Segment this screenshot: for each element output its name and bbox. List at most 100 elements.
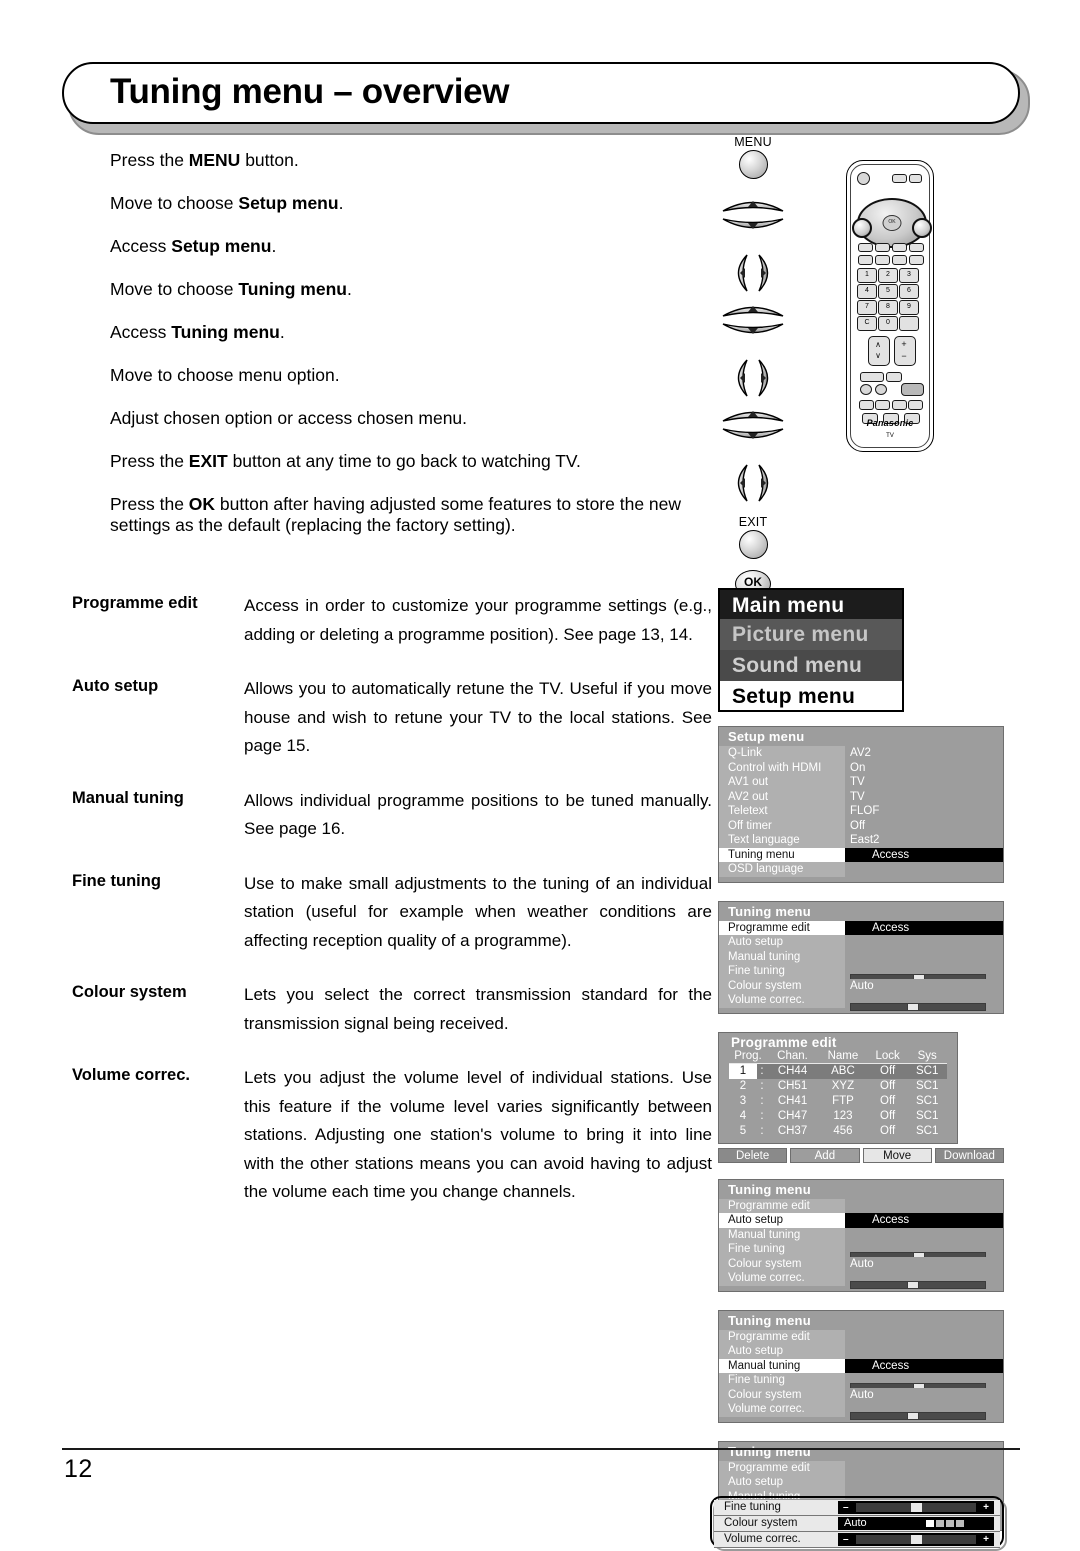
osd-slider-knob[interactable] xyxy=(906,1281,919,1290)
instruction-step: Press the OK button after having adjuste… xyxy=(110,494,682,535)
column-header: Lock xyxy=(867,1049,908,1064)
table-cell: 4 xyxy=(739,1109,747,1122)
osd-row[interactable]: Tuning menu Access xyxy=(719,847,1003,862)
keypad-key-2: 2 xyxy=(878,268,898,283)
callout-slider[interactable] xyxy=(856,1534,976,1544)
feature-description: Allows individual programme positions to… xyxy=(244,790,712,839)
programme-edit-button-move[interactable]: Move xyxy=(862,1147,932,1163)
exit-button-icon[interactable] xyxy=(738,530,768,559)
callout-row-value: Auto xyxy=(838,1516,994,1530)
osd-row[interactable]: Programme edit xyxy=(719,1329,1003,1344)
osd-row[interactable]: Text language East2 xyxy=(719,833,1003,848)
osd-slider-knob[interactable] xyxy=(906,1003,919,1012)
left-right-arrows-3[interactable] xyxy=(713,461,793,505)
osd-slider[interactable] xyxy=(850,1281,986,1290)
osd-row[interactable]: Colour system Auto xyxy=(719,1387,1003,1402)
osd-row-value: Access xyxy=(845,1358,1003,1373)
osd-slider[interactable] xyxy=(850,1412,986,1421)
osd-row[interactable]: Auto setup xyxy=(719,1344,1003,1359)
table-cell: Off xyxy=(880,1124,896,1137)
table-header-row: Prog. Chan. Name Lock Sys xyxy=(729,1049,947,1064)
callout-row[interactable]: Volume correc. – + xyxy=(714,1531,1000,1548)
osd-slider[interactable] xyxy=(850,1003,986,1012)
table-row[interactable]: 5: CH37 456 Off SC1 xyxy=(729,1124,947,1139)
osd-slider-knob[interactable] xyxy=(906,1412,919,1421)
osd-row[interactable]: Control with HDMI On xyxy=(719,760,1003,775)
feature-description: Access in order to customize your progra… xyxy=(244,596,712,644)
osd-row[interactable]: Auto setup xyxy=(719,1475,1003,1490)
osd-row[interactable]: Colour system Auto xyxy=(719,1256,1003,1271)
up-down-arrows-3[interactable] xyxy=(713,405,793,456)
menu-button-icon[interactable] xyxy=(738,150,768,179)
osd-row[interactable]: Fine tuning xyxy=(719,1242,1003,1261)
index-button xyxy=(860,372,884,382)
osd-row[interactable]: Volume correc. xyxy=(719,1402,1003,1421)
main-menu-bar-main[interactable]: Main menu xyxy=(718,588,904,619)
osd-row-label: Fine tuning xyxy=(719,964,845,979)
callout-rows: Fine tuning – + Colour system Auto Volume cor… xyxy=(714,1499,1000,1548)
table-cell: CH41 xyxy=(777,1094,808,1107)
column-header: Prog. xyxy=(729,1049,767,1064)
programme-edit-button-download[interactable]: Download xyxy=(934,1147,1004,1163)
osd-row[interactable]: AV2 out TV xyxy=(719,789,1003,804)
up-down-arrows-2[interactable] xyxy=(713,300,793,351)
osd-row-label: Text language xyxy=(719,833,845,848)
main-menu-bar-sound[interactable]: Sound menu xyxy=(718,650,904,681)
table-row[interactable]: 2: CH51 XYZ Off SC1 xyxy=(729,1079,947,1094)
callout-row-value: – + xyxy=(838,1532,994,1546)
keypad-key-8: 8 xyxy=(878,300,898,315)
table-row[interactable]: 3: CH41 FTP Off SC1 xyxy=(729,1094,947,1109)
table-cell: Off xyxy=(867,1063,908,1079)
table-cell: 1 xyxy=(729,1063,757,1079)
menu-button-label: MENU xyxy=(734,135,772,149)
table-cell: SC1 xyxy=(915,1109,939,1122)
osd-row[interactable]: Auto setup Access xyxy=(719,1213,1003,1228)
programme-edit-button-add[interactable]: Add xyxy=(790,1147,860,1163)
right-color-button xyxy=(912,218,932,238)
prog-down-button xyxy=(859,400,874,410)
osd-row-value: TV xyxy=(845,775,1003,790)
callout-slider-knob[interactable] xyxy=(911,1534,923,1544)
main-menu-bar-setup[interactable]: Setup menu xyxy=(718,681,904,712)
osd-row[interactable]: Volume correc. xyxy=(719,993,1003,1012)
callout-plus-icon[interactable]: + xyxy=(983,1502,989,1512)
up-down-arrows-1[interactable] xyxy=(713,195,793,246)
osd-row[interactable]: Fine tuning xyxy=(719,1373,1003,1392)
osd-row[interactable]: OSD language xyxy=(719,862,1003,877)
left-right-arrows-2[interactable] xyxy=(713,356,793,400)
left-right-arrows-1[interactable] xyxy=(713,251,793,295)
feature-term: Auto setup xyxy=(72,677,159,695)
osd-row[interactable]: Manual tuning Access xyxy=(719,1358,1003,1373)
osd-row-value: Access xyxy=(845,1213,1003,1228)
osd-row[interactable]: Volume correc. xyxy=(719,1271,1003,1290)
callout-row[interactable]: Colour system Auto xyxy=(714,1515,1000,1532)
programme-edit-button-delete[interactable]: Delete xyxy=(718,1147,788,1163)
callout-slider[interactable] xyxy=(856,1502,976,1512)
table-row[interactable]: 4: CH47 123 Off SC1 xyxy=(729,1109,947,1124)
callout-plus-icon[interactable]: + xyxy=(983,1534,989,1544)
osd-row[interactable]: Manual tuning xyxy=(719,1227,1003,1242)
instruction-step: Access Tuning menu. xyxy=(110,322,285,342)
main-menu-bar-picture[interactable]: Picture menu xyxy=(718,619,904,650)
osd-row[interactable]: Teletext FLOF xyxy=(719,804,1003,819)
osd-row-label: Volume correc. xyxy=(719,1271,845,1286)
table-row[interactable]: 1: CH44 ABC Off SC1 xyxy=(729,1063,947,1079)
callout-minus-icon[interactable]: – xyxy=(843,1534,849,1544)
osd-row[interactable]: Programme edit Access xyxy=(719,920,1003,935)
callout-row[interactable]: Fine tuning – + xyxy=(714,1499,1000,1516)
programme-edit-title: Programme edit xyxy=(731,1034,837,1050)
osd-row[interactable]: Manual tuning xyxy=(719,949,1003,964)
soft-key-3 xyxy=(892,243,907,252)
osd-row[interactable]: Q-Link AV2 xyxy=(719,746,1003,761)
osd-row-label: Manual tuning xyxy=(719,949,845,964)
callout-slider-knob[interactable] xyxy=(911,1502,923,1512)
callout-minus-icon[interactable]: – xyxy=(843,1502,849,1512)
osd-row[interactable]: Fine tuning xyxy=(719,964,1003,983)
tuning-menu-panel-3: Tuning menu Programme edit Auto setup Manua… xyxy=(718,1309,1004,1423)
osd-row[interactable]: Auto setup xyxy=(719,935,1003,950)
osd-row[interactable]: Colour system Auto xyxy=(719,978,1003,993)
osd-row[interactable]: Programme edit xyxy=(719,1198,1003,1213)
osd-row[interactable]: Off timer Off xyxy=(719,818,1003,833)
osd-row[interactable]: AV1 out TV xyxy=(719,775,1003,790)
osd-row[interactable]: Programme edit xyxy=(719,1460,1003,1475)
